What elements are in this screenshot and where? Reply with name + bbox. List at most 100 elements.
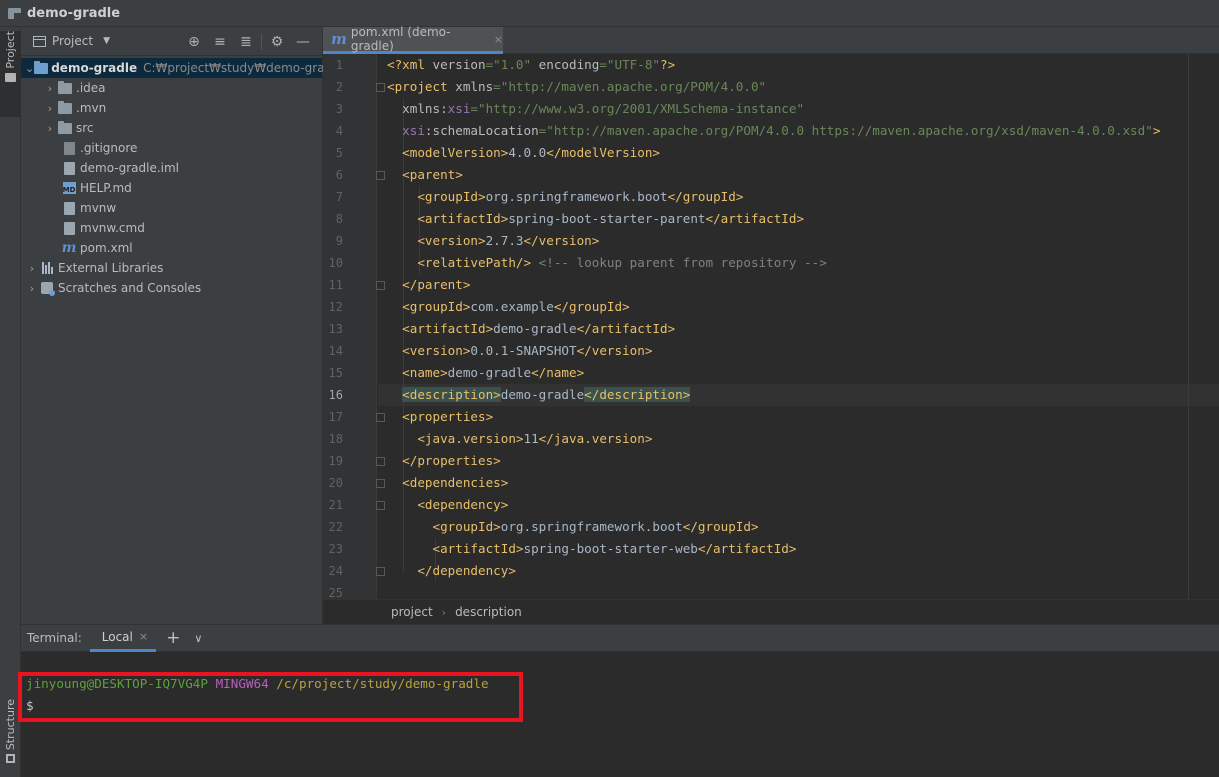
file-icon bbox=[61, 221, 77, 235]
line-number: 1 bbox=[335, 58, 343, 72]
add-terminal-icon[interactable]: + bbox=[166, 628, 180, 648]
line-number: 9 bbox=[335, 234, 343, 248]
minimize-icon[interactable]: — bbox=[290, 34, 316, 50]
chevron-right-icon[interactable]: › bbox=[43, 122, 57, 135]
collapse-all-icon[interactable]: ≣ bbox=[233, 34, 259, 50]
code-line: </properties> bbox=[402, 453, 501, 468]
tree-item-demo-gradle[interactable]: ⌄ demo-gradle C:₩project₩study₩demo-grad… bbox=[21, 58, 343, 78]
line-number: 20 bbox=[328, 476, 343, 490]
line-number: 3 bbox=[335, 102, 343, 116]
structure-tool-tab-label: Structure bbox=[4, 699, 17, 751]
tree-item-label: src bbox=[76, 121, 94, 135]
code-editor[interactable]: 1 2 3 4 5 6 7 8 9 10 11 12 13 14 15 16 1… bbox=[323, 54, 1219, 599]
code-line: </parent> bbox=[402, 277, 471, 292]
project-tool-tab-label: Project bbox=[4, 31, 17, 69]
tree-item-label: demo-gradle.iml bbox=[80, 161, 179, 175]
tree-item-label: .idea bbox=[76, 81, 106, 95]
tree-item-src[interactable]: › src bbox=[21, 118, 322, 138]
code-line: <name>demo-gradle</name> bbox=[402, 365, 585, 380]
terminal-panel: Terminal: Local × + ∨ jinyoung@DESKTOP-I… bbox=[18, 624, 1219, 777]
project-panel-tools: ⊕ ≡ ≣ ⚙ — bbox=[181, 27, 316, 56]
code-line: <version>2.7.3</version> bbox=[417, 233, 600, 248]
gear-icon[interactable]: ⚙ bbox=[264, 34, 290, 50]
tree-item-mvn[interactable]: › .mvn bbox=[21, 98, 322, 118]
expand-all-icon[interactable]: ≡ bbox=[207, 34, 233, 50]
terminal-body[interactable]: jinyoung@DESKTOP-IQ7VG4P MINGW64 /c/proj… bbox=[18, 652, 1219, 777]
tree-item-label: mvnw.cmd bbox=[80, 221, 145, 235]
folder-icon bbox=[5, 72, 16, 82]
libraries-icon bbox=[39, 261, 55, 275]
line-number: 10 bbox=[328, 256, 343, 270]
code-line: <groupId>org.springframework.boot</group… bbox=[432, 519, 759, 534]
close-icon[interactable]: × bbox=[494, 33, 503, 46]
chevron-right-icon[interactable]: › bbox=[25, 282, 39, 295]
terminal-tab-label: Local bbox=[101, 629, 133, 644]
module-folder-icon bbox=[34, 60, 49, 75]
chevron-down-icon[interactable]: ⌄ bbox=[25, 62, 34, 75]
editor: m pom.xml (demo-gradle) × 1 2 3 4 5 6 7 … bbox=[323, 25, 1219, 624]
editor-tab-bar: m pom.xml (demo-gradle) × bbox=[323, 25, 1219, 54]
highlight-box bbox=[18, 672, 523, 722]
tree-item-label: External Libraries bbox=[58, 261, 164, 275]
tree-item-mvnw[interactable]: mvnw bbox=[21, 198, 322, 218]
tree-item-external-libraries[interactable]: › External Libraries bbox=[21, 258, 322, 278]
tree-item-help-md[interactable]: MD HELP.md bbox=[21, 178, 322, 198]
breadcrumb-item[interactable]: project bbox=[391, 605, 433, 619]
structure-icon bbox=[6, 754, 15, 764]
close-icon[interactable]: × bbox=[139, 630, 148, 643]
tree-item-label: .gitignore bbox=[80, 141, 138, 155]
line-number: 7 bbox=[335, 190, 343, 204]
chevron-right-icon[interactable]: › bbox=[43, 102, 57, 115]
breadcrumb-item[interactable]: description bbox=[455, 605, 522, 619]
project-icon bbox=[8, 7, 21, 19]
tree-item-iml[interactable]: demo-gradle.iml bbox=[21, 158, 322, 178]
folder-icon bbox=[57, 120, 73, 135]
chevron-right-icon[interactable]: › bbox=[25, 262, 39, 275]
chevron-down-icon[interactable]: ▼ bbox=[103, 36, 110, 46]
tree-item-scratches[interactable]: › Scratches and Consoles bbox=[21, 278, 322, 298]
line-number: 11 bbox=[328, 278, 343, 292]
fold-marker-icon[interactable] bbox=[376, 171, 385, 180]
fold-marker-icon[interactable] bbox=[376, 457, 385, 466]
fold-marker-icon[interactable] bbox=[376, 83, 385, 92]
tree-item-idea[interactable]: › .idea bbox=[21, 78, 322, 98]
line-number-current: 16 bbox=[328, 388, 343, 402]
chevron-right-icon[interactable]: › bbox=[43, 82, 57, 95]
line-number: 14 bbox=[328, 344, 343, 358]
code-line: <java.version>11</java.version> bbox=[417, 431, 653, 446]
file-icon bbox=[61, 201, 77, 215]
project-tree: ⌄ demo-gradle C:₩project₩study₩demo-grad… bbox=[21, 56, 343, 298]
fold-marker-icon[interactable] bbox=[376, 413, 385, 422]
project-view-selector[interactable]: Project bbox=[52, 34, 93, 48]
chevron-right-icon: › bbox=[441, 605, 447, 619]
fold-marker-icon[interactable] bbox=[376, 567, 385, 576]
tab-pom-xml[interactable]: m pom.xml (demo-gradle) × bbox=[323, 25, 503, 54]
fold-marker-icon[interactable] bbox=[376, 281, 385, 290]
fold-marker-icon[interactable] bbox=[376, 479, 385, 488]
tree-item-label: HELP.md bbox=[80, 181, 132, 195]
code-line: <?xml version="1.0" encoding="UTF-8"?> bbox=[387, 57, 676, 72]
project-panel-header: Project ▼ ⊕ ≡ ≣ ⚙ — bbox=[21, 27, 322, 56]
code-line: <relativePath/> <!-- lookup parent from … bbox=[417, 255, 827, 270]
tree-item-pom-xml[interactable]: m pom.xml bbox=[21, 238, 322, 258]
fold-marker-icon[interactable] bbox=[376, 501, 385, 510]
code-line: <artifactId>spring-boot-starter-web</art… bbox=[432, 541, 797, 556]
tree-item-mvnw-cmd[interactable]: mvnw.cmd bbox=[21, 218, 322, 238]
file-icon bbox=[61, 141, 77, 155]
code-line: <dependencies> bbox=[402, 475, 509, 490]
line-number: 13 bbox=[328, 322, 343, 336]
project-tool-tab[interactable]: Project bbox=[0, 31, 21, 117]
line-gutter: 1 2 3 4 5 6 7 8 9 10 11 12 13 14 15 16 1… bbox=[323, 54, 377, 599]
chevron-down-icon[interactable]: ∨ bbox=[194, 632, 202, 645]
code-line: <groupId>org.springframework.boot</group… bbox=[417, 189, 744, 204]
crosshair-icon[interactable]: ⊕ bbox=[181, 34, 207, 50]
tree-item-path: C:₩project₩study₩demo-gradle bbox=[143, 61, 343, 75]
scratches-icon bbox=[39, 281, 55, 296]
tree-item-gitignore[interactable]: .gitignore bbox=[21, 138, 322, 158]
code-line: xsi:schemaLocation="http://maven.apache.… bbox=[402, 123, 1161, 138]
title-bar: demo-gradle bbox=[0, 0, 1219, 27]
maven-icon: m bbox=[331, 30, 347, 48]
markdown-icon: MD bbox=[61, 181, 77, 195]
terminal-tab-local[interactable]: Local × bbox=[89, 625, 157, 652]
line-number: 25 bbox=[328, 586, 343, 599]
